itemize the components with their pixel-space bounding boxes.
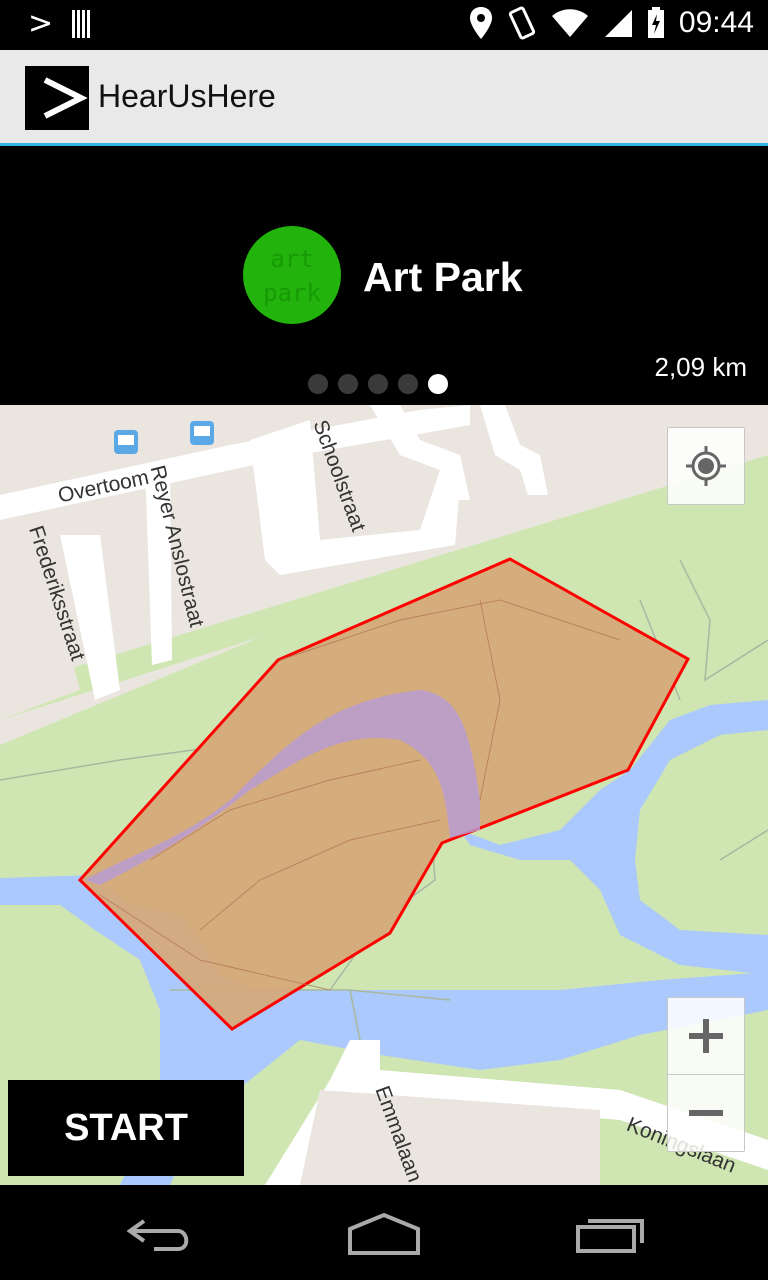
minus-icon	[689, 1110, 723, 1116]
page-dot	[428, 374, 448, 394]
status-icons: 09:44	[469, 6, 754, 40]
north-road-2	[480, 405, 548, 495]
page-dot	[368, 374, 388, 394]
page-dot	[308, 374, 328, 394]
prompt-icon: >	[28, 6, 54, 41]
prompt-icon	[43, 77, 88, 119]
page-indicator	[308, 374, 448, 394]
distance-label: 2,09 km	[654, 352, 748, 382]
status-bar: > 09:44	[0, 0, 768, 50]
app-title: HearUsHere	[98, 78, 276, 114]
start-button[interactable]: START	[8, 1080, 244, 1176]
navigation-bar	[0, 1185, 768, 1280]
tram-stop-icon	[190, 421, 214, 445]
map-view[interactable]: Overtoom Reyer Anslostraat Schoolstraat …	[0, 405, 768, 1185]
tram-stop-icon	[114, 430, 138, 454]
plus-icon	[689, 1019, 723, 1053]
poi-name: Art Park	[363, 254, 523, 300]
action-bar: HearUsHere	[0, 50, 768, 146]
wifi-icon	[551, 9, 588, 37]
vibrate-icon	[508, 6, 536, 40]
page-dot	[338, 374, 358, 394]
home-icon[interactable]	[344, 1211, 424, 1257]
clock: 09:44	[678, 6, 754, 39]
map-canvas	[0, 405, 768, 1185]
location-pin-icon	[469, 7, 492, 39]
app-icon[interactable]	[25, 66, 89, 130]
page-dot	[398, 374, 418, 394]
battery-charging-icon	[647, 7, 664, 38]
crosshair-icon	[686, 446, 726, 486]
poi-logo-text: art park	[263, 245, 321, 307]
poi-pager[interactable]: art park Art Park 2,09 km	[0, 146, 768, 405]
signal-icon	[604, 10, 632, 37]
zoom-out-button[interactable]	[667, 1074, 745, 1152]
zoom-in-button[interactable]	[667, 997, 745, 1075]
back-icon[interactable]	[124, 1215, 196, 1255]
poi-logo: art park	[243, 226, 341, 324]
barcode-icon	[72, 10, 96, 38]
recent-apps-icon[interactable]	[574, 1215, 648, 1255]
my-location-button[interactable]	[667, 427, 745, 505]
